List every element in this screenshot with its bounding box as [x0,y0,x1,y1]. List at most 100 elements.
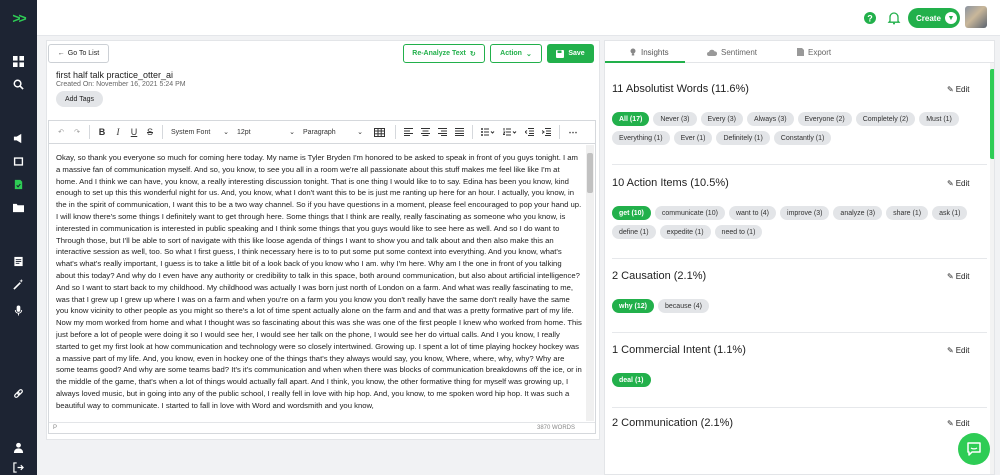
chip[interactable]: Everyone (2) [797,112,852,126]
chip[interactable]: Always (3) [746,112,794,126]
block-format-select[interactable]: Paragraph ⌄ [299,121,367,144]
editor-content[interactable]: Okay, so thank you everyone so much for … [56,152,582,420]
document-check-icon[interactable] [0,176,37,192]
create-button-label: Create [916,13,941,23]
file-icon [797,48,804,56]
chip[interactable]: Every (3) [700,112,743,126]
chip[interactable]: improve (3) [780,206,830,220]
chat-button[interactable] [958,433,990,465]
chip[interactable]: because (4) [658,299,709,313]
chip[interactable]: get (10) [612,206,651,220]
chat-icon [967,442,981,456]
italic-icon[interactable]: I [110,121,126,144]
chip[interactable]: Never (3) [653,112,697,126]
editor-scrollbar[interactable] [586,145,594,421]
chip[interactable]: Everything (1) [612,131,670,145]
pencil-icon: ✎ [947,346,954,355]
font-size-select[interactable]: 12pt ⌄ [233,121,299,144]
indent-icon[interactable] [538,121,555,144]
section-title: 2 Communication (2.1%) [612,417,734,429]
align-left-icon[interactable] [400,121,417,144]
redo-icon[interactable]: ↷ [69,121,85,144]
user-icon[interactable] [0,439,37,455]
chevron-down-icon: ⌄ [357,129,363,136]
numbered-list-icon[interactable] [499,121,521,144]
save-button[interactable]: Save [547,44,594,63]
chip[interactable]: ask (1) [932,206,968,220]
block-format-value: Paragraph [303,128,336,136]
edit-button[interactable]: ✎ Edit [947,272,970,281]
pencil-icon: ✎ [947,272,954,281]
lightbulb-icon [630,48,636,56]
chip[interactable]: why (12) [612,299,655,313]
save-label: Save [568,50,585,57]
align-right-icon[interactable] [434,121,451,144]
folder-icon[interactable] [0,199,37,215]
editor-scrollbar-thumb[interactable] [587,153,593,193]
bullet-list-icon[interactable] [477,121,499,144]
edit-label: Edit [955,85,970,94]
video-icon[interactable] [0,153,37,169]
tab-export[interactable]: Export [797,41,831,63]
edit-button[interactable]: ✎ Edit [947,85,970,94]
chip[interactable]: Ever (1) [673,131,713,145]
chip[interactable]: Definitely (1) [716,131,770,145]
logout-icon[interactable] [0,459,37,475]
word-count: 3870 WORDS [537,425,576,431]
bold-icon[interactable]: B [94,121,110,144]
notes-icon[interactable] [0,253,37,269]
help-icon[interactable]: ? [863,11,877,25]
more-icon[interactable]: ⋯ [564,121,582,144]
chip[interactable]: want to (4) [728,206,777,220]
re-analyze-button[interactable]: Re-Analyze Text ↻ [403,44,485,63]
table-icon[interactable] [367,121,391,144]
chevron-down-icon: ⌄ [223,129,229,136]
edit-button[interactable]: ✎ Edit [947,179,970,188]
avatar[interactable] [965,6,987,28]
top-bar: ? [37,0,1000,36]
align-center-icon[interactable] [417,121,434,144]
insight-sections: 11 Absolutist Words (11.6%) ✎ Edit All (1… [605,63,994,474]
underline-icon[interactable]: U [126,121,142,144]
chip[interactable]: expedite (1) [659,225,711,239]
insights-scrollbar-thumb[interactable] [990,69,994,159]
chip[interactable]: Completely (2) [855,112,916,126]
font-family-select[interactable]: System Font ⌄ [167,121,233,144]
magic-wand-icon[interactable] [0,276,37,292]
insights-panel: Insights Sentiment Export 11 Absolutist … [604,40,995,475]
align-justify-icon[interactable] [451,121,468,144]
action-dropdown[interactable]: Action ⌄ [490,44,542,63]
edit-button[interactable]: ✎ Edit [947,419,970,428]
megaphone-icon[interactable] [0,130,37,146]
arrow-left-icon: ← [57,50,65,57]
toolbar-divider [162,125,163,139]
chip[interactable]: All (17) [612,112,650,126]
edit-button[interactable]: ✎ Edit [947,346,970,355]
chip[interactable]: Must (1) [919,112,959,126]
chip[interactable]: need to (1) [714,225,763,239]
strikethrough-icon[interactable]: S [142,121,158,144]
create-button[interactable]: Create ▼ [908,8,960,28]
chip[interactable]: share (1) [886,206,929,220]
chip[interactable]: analyze (3) [833,206,883,220]
undo-icon[interactable]: ↶ [53,121,69,144]
outdent-icon[interactable] [521,121,538,144]
go-to-list-button[interactable]: ← Go To List [48,44,109,63]
chip[interactable]: communicate (10) [654,206,725,220]
tab-sentiment[interactable]: Sentiment [707,41,757,63]
tab-insights[interactable]: Insights [629,41,669,63]
chip[interactable]: define (1) [612,225,656,239]
add-tags-button[interactable]: Add Tags [56,91,103,107]
section-title: 2 Causation (2.1%) [612,270,707,282]
dashboard-icon[interactable] [0,53,37,69]
microphone-icon[interactable] [0,302,37,318]
chevron-down-icon: ▼ [944,12,957,24]
chip[interactable]: Constantly (1) [773,131,832,145]
chip[interactable]: deal (1) [612,373,651,387]
insight-section: 10 Action Items (10.5%) ✎ Edit get (10) c… [612,177,987,259]
bell-icon[interactable] [887,11,901,25]
logo-icon[interactable]: >> [0,0,37,36]
search-icon[interactable] [0,76,37,92]
link-icon[interactable] [0,385,37,401]
insights-scrollbar[interactable] [990,63,994,474]
